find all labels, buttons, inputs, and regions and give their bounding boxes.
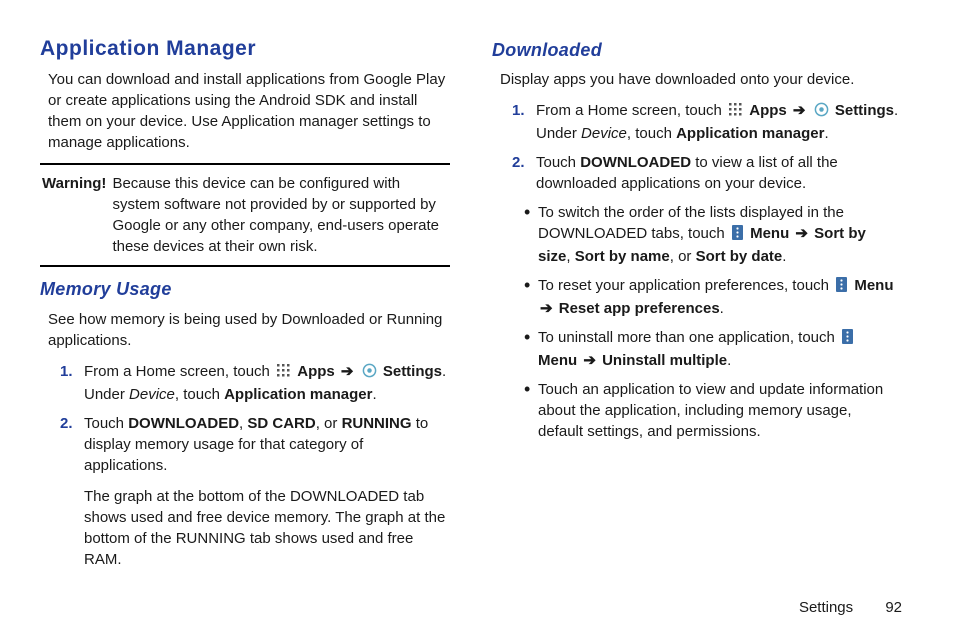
settings-gear-icon — [814, 102, 829, 123]
arrow-icon: ➔ — [339, 363, 356, 380]
paragraph-memory-intro: See how memory is being used by Download… — [40, 309, 450, 351]
list-item: To uninstall more than one application, … — [538, 327, 902, 371]
arrow-icon: ➔ — [581, 352, 598, 369]
heading-downloaded: Downloaded — [492, 38, 902, 63]
settings-gear-icon — [362, 363, 377, 384]
text: , — [566, 248, 574, 265]
warning-text: Because this device can be configured wi… — [112, 173, 446, 257]
heading-app-manager: Application Manager — [40, 34, 450, 63]
list-item: From a Home screen, touch Apps ➔ Setting… — [84, 361, 450, 405]
list-item: Touch DOWNLOADED, SD CARD, or RUNNING to… — [84, 413, 450, 476]
text: , touch — [175, 386, 224, 403]
app-manager-label: Application manager — [676, 125, 824, 142]
device-label: Device — [129, 386, 175, 403]
menu-label: Menu — [750, 225, 789, 242]
list-item: From a Home screen, touch Apps ➔ Setting… — [536, 100, 902, 144]
text: , or — [316, 415, 342, 432]
text: From a Home screen, touch — [536, 102, 726, 119]
sdcard-label: SD CARD — [247, 415, 315, 432]
paragraph-downloaded-intro: Display apps you have downloaded onto yo… — [492, 69, 902, 90]
downloaded-label: DOWNLOADED — [128, 415, 239, 432]
apps-grid-icon — [728, 102, 743, 123]
settings-label: Settings — [383, 363, 442, 380]
arrow-icon: ➔ — [791, 102, 808, 119]
text: . — [824, 125, 828, 142]
text: , or — [670, 248, 696, 265]
menu-dots-icon — [731, 225, 744, 246]
apps-grid-icon — [276, 363, 291, 384]
apps-label: Apps — [749, 102, 787, 119]
sort-date-label: Sort by date — [696, 248, 783, 265]
list-item: To switch the order of the lists display… — [538, 202, 902, 267]
text: . — [720, 300, 724, 317]
footer-page-number: 92 — [885, 597, 902, 618]
menu-dots-icon — [835, 277, 848, 298]
menu-dots-icon — [841, 329, 854, 350]
downloaded-label: DOWNLOADED — [580, 154, 691, 171]
menu-label: Menu — [854, 277, 893, 294]
menu-label: Menu — [538, 352, 577, 369]
text: . — [782, 248, 786, 265]
text: , touch — [627, 125, 676, 142]
text: Touch an application to view and update … — [538, 381, 883, 440]
uninstall-label: Uninstall multiple — [602, 352, 727, 369]
paragraph-graph: The graph at the bottom of the DOWNLOADE… — [40, 486, 450, 570]
page-footer: Settings 92 — [40, 591, 902, 618]
text: From a Home screen, touch — [84, 363, 274, 380]
text: Touch — [536, 154, 580, 171]
list-item: Touch DOWNLOADED to view a list of all t… — [536, 152, 902, 194]
heading-memory-usage: Memory Usage — [40, 277, 450, 302]
text: . — [372, 386, 376, 403]
arrow-icon: ➔ — [538, 300, 555, 317]
warning-label: Warning! — [42, 173, 108, 257]
list-item: To reset your application preferences, t… — [538, 275, 902, 319]
footer-section: Settings — [799, 597, 853, 618]
text: To uninstall more than one application, … — [538, 329, 839, 346]
running-label: RUNNING — [342, 415, 412, 432]
arrow-icon: ➔ — [793, 225, 810, 242]
sort-name-label: Sort by name — [575, 248, 670, 265]
paragraph-intro: You can download and install application… — [40, 69, 450, 153]
app-manager-label: Application manager — [224, 386, 372, 403]
apps-label: Apps — [297, 363, 335, 380]
device-label: Device — [581, 125, 627, 142]
list-item: Touch an application to view and update … — [538, 379, 902, 442]
settings-label: Settings — [835, 102, 894, 119]
reset-label: Reset app preferences — [559, 300, 720, 317]
text: Touch — [84, 415, 128, 432]
warning-block: Warning! Because this device can be conf… — [40, 163, 450, 267]
text: To reset your application preferences, t… — [538, 277, 833, 294]
text: . — [727, 352, 731, 369]
